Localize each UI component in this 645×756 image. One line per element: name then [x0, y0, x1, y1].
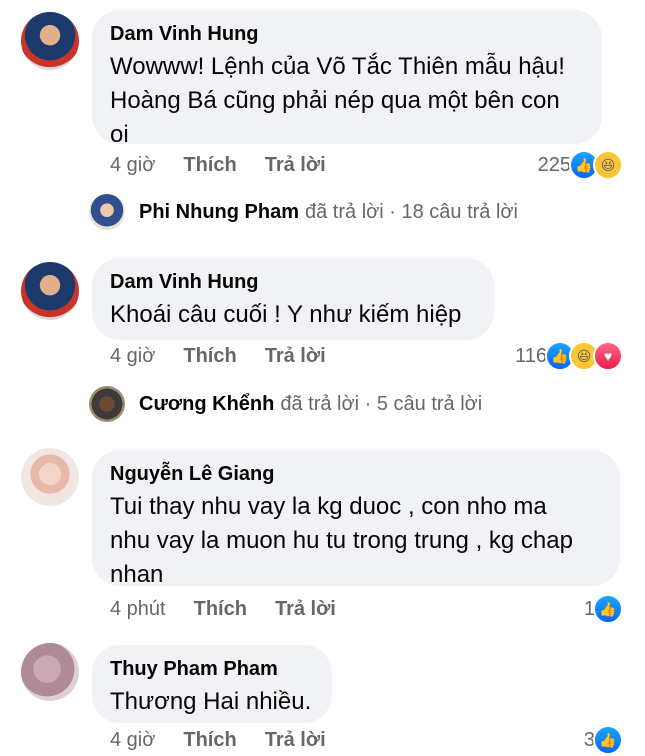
reply-button[interactable]: Trả lời [265, 345, 326, 368]
comment-bubble: Dam Vinh Hung Wowww! Lệnh của Võ Tắc Thi… [92, 10, 602, 148]
reaction-summary[interactable]: 225 👍 😆 [538, 150, 623, 180]
comment-line: nhu vay la muon hu tu trong trung , kg c… [110, 527, 573, 554]
avatar [89, 386, 125, 422]
comment-time[interactable]: 4 phút [110, 598, 166, 621]
avatar[interactable] [21, 262, 79, 320]
comment-bubble: Dam Vinh Hung Khoái câu cuối ! Y như kiế… [92, 258, 494, 340]
comment-line: Tui thay nhu vay la kg duoc , con nho ma [110, 493, 547, 520]
comment-actions: 4 giờ Thích Trả lời [110, 345, 326, 368]
reaction-summary[interactable]: 1 👍 [584, 594, 623, 624]
love-icon: ♥ [593, 341, 623, 371]
avatar [89, 194, 125, 230]
haha-icon: 😆 [593, 150, 623, 180]
comment-text: Khoái câu cuối ! Y như kiếm hiệp [110, 298, 476, 332]
comment-author[interactable]: Thuy Pham Pham [110, 657, 314, 681]
like-button[interactable]: Thích [183, 345, 236, 368]
comment-time[interactable]: 4 giờ [110, 154, 155, 177]
comment-text: Wowww! Lệnh của Võ Tắc Thiên mẫu hậu! Ho… [110, 50, 584, 152]
avatar[interactable] [21, 448, 79, 506]
comment-author[interactable]: Nguyễn Lê Giang [110, 462, 602, 486]
comment-bubble: Nguyễn Lê Giang Tui thay nhu vay la kg d… [92, 450, 620, 588]
reaction-summary[interactable]: 116 👍 😆 ♥ [515, 341, 623, 371]
view-replies-link[interactable]: Cương Khểnh đã trả lời · 5 câu trả lời [89, 386, 482, 422]
reply-summary: đã trả lời · 18 câu trả lời [305, 200, 518, 223]
reply-author: Phi Nhung Pham [139, 200, 299, 223]
reply-button[interactable]: Trả lời [265, 154, 326, 177]
comment-actions: 4 giờ Thích Trả lời [110, 729, 326, 752]
comment-actions: 4 giờ Thích Trả lời [110, 154, 326, 177]
view-replies-link[interactable]: Phi Nhung Pham đã trả lời · 18 câu trả l… [89, 194, 518, 230]
reaction-summary[interactable]: 3 👍 [584, 725, 623, 755]
comment-line: nhan [110, 561, 164, 588]
comment-time[interactable]: 4 giờ [110, 729, 155, 752]
like-icon: 👍 [593, 725, 623, 755]
reaction-count: 225 [537, 153, 571, 176]
comment-author[interactable]: Dam Vinh Hung [110, 22, 584, 46]
reply-button[interactable]: Trả lời [265, 729, 326, 752]
comment-time[interactable]: 4 giờ [110, 345, 155, 368]
avatar[interactable] [21, 12, 79, 70]
comment-text: Thương Hai nhiều. [110, 685, 314, 719]
like-button[interactable]: Thích [183, 729, 236, 752]
comment-line: Hoàng Bá cũng phải nép qua một bên con [110, 87, 560, 114]
comment-line: Wowww! Lệnh của Võ Tắc Thiên mẫu hậu! [110, 53, 565, 80]
like-icon: 👍 [593, 594, 623, 624]
comment-line: Thương Hai nhiều. [110, 688, 312, 715]
comment-actions: 4 phút Thích Trả lời [110, 598, 336, 621]
comment-author[interactable]: Dam Vinh Hung [110, 270, 476, 294]
reply-button[interactable]: Trả lời [275, 598, 336, 621]
comment-line: oi [110, 121, 129, 148]
avatar[interactable] [21, 643, 79, 701]
like-button[interactable]: Thích [194, 598, 247, 621]
comment-text: Tui thay nhu vay la kg duoc , con nho ma… [110, 490, 602, 592]
comment-bubble: Thuy Pham Pham Thương Hai nhiều. [92, 645, 332, 723]
comment-line: Khoái câu cuối ! Y như kiếm hiệp [110, 301, 462, 328]
like-button[interactable]: Thích [183, 154, 236, 177]
reply-author: Cương Khểnh [139, 392, 275, 415]
reaction-count: 116 [515, 344, 547, 367]
reply-summary: đã trả lời · 5 câu trả lời [280, 392, 483, 415]
